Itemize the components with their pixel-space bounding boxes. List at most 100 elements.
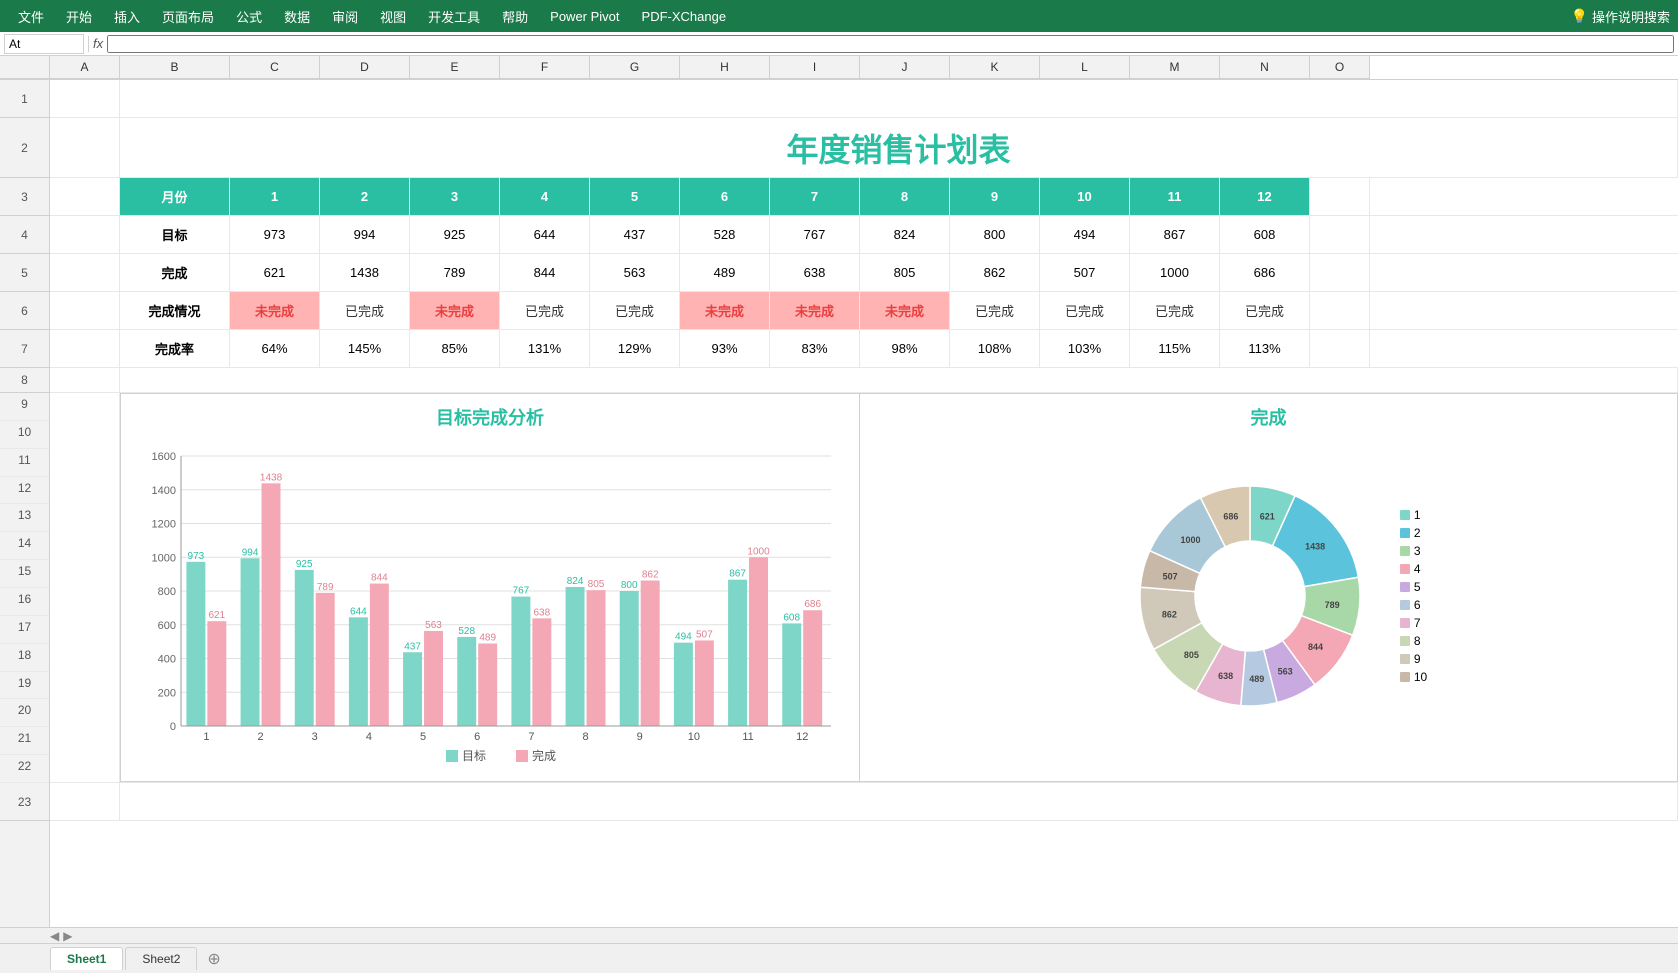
cell-n7[interactable]: 113% (1220, 330, 1310, 367)
cell-a1[interactable] (50, 80, 120, 117)
col-m[interactable]: M (1130, 56, 1220, 79)
cell-i4[interactable]: 767 (770, 216, 860, 253)
col-i[interactable]: I (770, 56, 860, 79)
cell-c6[interactable]: 未完成 (230, 292, 320, 329)
col-o[interactable]: O (1310, 56, 1370, 79)
col-d[interactable]: D (320, 56, 410, 79)
cell-a3[interactable] (50, 178, 120, 215)
cell-l4[interactable]: 494 (1040, 216, 1130, 253)
ribbon-view[interactable]: 视图 (370, 3, 416, 30)
cell-g5[interactable]: 563 (590, 254, 680, 291)
row-num-23: 23 (0, 783, 49, 821)
cell-f4[interactable]: 644 (500, 216, 590, 253)
cell-l6[interactable]: 已完成 (1040, 292, 1130, 329)
cell-a8[interactable] (50, 368, 120, 392)
cell-f6[interactable]: 已完成 (500, 292, 590, 329)
cell-c3-header: 1 (230, 178, 320, 215)
ribbon-pdf[interactable]: PDF-XChange (632, 5, 737, 28)
col-c[interactable]: C (230, 56, 320, 79)
tab-add-button[interactable]: ⊕ (199, 947, 228, 971)
cell-k6[interactable]: 已完成 (950, 292, 1040, 329)
col-k[interactable]: K (950, 56, 1040, 79)
ribbon-insert[interactable]: 插入 (104, 3, 150, 30)
cell-k7[interactable]: 108% (950, 330, 1040, 367)
ribbon-start[interactable]: 开始 (56, 3, 102, 30)
cell-k4[interactable]: 800 (950, 216, 1040, 253)
svg-text:1438: 1438 (1305, 541, 1325, 551)
cell-i7[interactable]: 83% (770, 330, 860, 367)
cell-m5[interactable]: 1000 (1130, 254, 1220, 291)
ribbon-data[interactable]: 数据 (274, 3, 320, 30)
col-l[interactable]: L (1040, 56, 1130, 79)
cell-d6[interactable]: 已完成 (320, 292, 410, 329)
cell-d4[interactable]: 994 (320, 216, 410, 253)
cell-h7[interactable]: 93% (680, 330, 770, 367)
cell-j6[interactable]: 未完成 (860, 292, 950, 329)
cell-i5[interactable]: 638 (770, 254, 860, 291)
donut-svg: 62114387898445634896388058625071000686 (1110, 456, 1390, 736)
cell-m7[interactable]: 115% (1130, 330, 1220, 367)
ribbon-help[interactable]: 帮助 (492, 3, 538, 30)
tab-sheet1[interactable]: Sheet1 (50, 947, 123, 970)
ribbon-formula[interactable]: 公式 (226, 3, 272, 30)
ribbon-file[interactable]: 文件 (8, 3, 54, 30)
cell-k5[interactable]: 862 (950, 254, 1040, 291)
cell-c7[interactable]: 64% (230, 330, 320, 367)
svg-text:1200: 1200 (152, 519, 176, 531)
cell-m6[interactable]: 已完成 (1130, 292, 1220, 329)
cell-a6[interactable] (50, 292, 120, 329)
cell-e6[interactable]: 未完成 (410, 292, 500, 329)
scroll-left-icon[interactable]: ◀ (50, 929, 59, 943)
cell-m4[interactable]: 867 (1130, 216, 1220, 253)
col-n[interactable]: N (1220, 56, 1310, 79)
cell-e5[interactable]: 789 (410, 254, 500, 291)
cell-e7[interactable]: 85% (410, 330, 500, 367)
cell-n4[interactable]: 608 (1220, 216, 1310, 253)
cell-l7[interactable]: 103% (1040, 330, 1130, 367)
ribbon-review[interactable]: 审阅 (322, 3, 368, 30)
col-h[interactable]: H (680, 56, 770, 79)
cell-i6[interactable]: 未完成 (770, 292, 860, 329)
svg-text:7: 7 (528, 731, 534, 743)
cell-g7[interactable]: 129% (590, 330, 680, 367)
cell-a2[interactable] (50, 118, 120, 177)
scroll-right-icon[interactable]: ▶ (63, 929, 72, 943)
cell-h4[interactable]: 528 (680, 216, 770, 253)
col-b[interactable]: B (120, 56, 230, 79)
cell-i3-header: 7 (770, 178, 860, 215)
cell-a4[interactable] (50, 216, 120, 253)
cell-j4[interactable]: 824 (860, 216, 950, 253)
cells-area: 年度销售计划表 月份 1 2 3 4 5 6 7 8 9 10 11 12 目标… (50, 80, 1678, 927)
col-j[interactable]: J (860, 56, 950, 79)
cell-n6[interactable]: 已完成 (1220, 292, 1310, 329)
cell-f5[interactable]: 844 (500, 254, 590, 291)
cell-f7[interactable]: 131% (500, 330, 590, 367)
cell-h6[interactable]: 未完成 (680, 292, 770, 329)
cell-d5[interactable]: 1438 (320, 254, 410, 291)
cell-l5[interactable]: 507 (1040, 254, 1130, 291)
ribbon-power-pivot[interactable]: Power Pivot (540, 5, 629, 28)
cell-g4[interactable]: 437 (590, 216, 680, 253)
cell-g6[interactable]: 已完成 (590, 292, 680, 329)
cell-a5[interactable] (50, 254, 120, 291)
formula-input[interactable] (107, 35, 1674, 53)
cell-j7[interactable]: 98% (860, 330, 950, 367)
cell-n5[interactable]: 686 (1220, 254, 1310, 291)
cell-c5[interactable]: 621 (230, 254, 320, 291)
col-e[interactable]: E (410, 56, 500, 79)
tab-sheet2[interactable]: Sheet2 (125, 947, 197, 970)
cell-c4[interactable]: 973 (230, 216, 320, 253)
col-g[interactable]: G (590, 56, 680, 79)
col-f[interactable]: F (500, 56, 590, 79)
cell-a23[interactable] (50, 783, 120, 820)
ribbon-page-layout[interactable]: 页面布局 (152, 3, 224, 30)
cell-e4[interactable]: 925 (410, 216, 500, 253)
name-box[interactable] (4, 34, 84, 54)
cell-h5[interactable]: 489 (680, 254, 770, 291)
cell-d7[interactable]: 145% (320, 330, 410, 367)
col-a[interactable]: A (50, 56, 120, 79)
legend-item-7: 7 (1400, 616, 1427, 630)
cell-j5[interactable]: 805 (860, 254, 950, 291)
cell-a7[interactable] (50, 330, 120, 367)
ribbon-devtools[interactable]: 开发工具 (418, 3, 490, 30)
